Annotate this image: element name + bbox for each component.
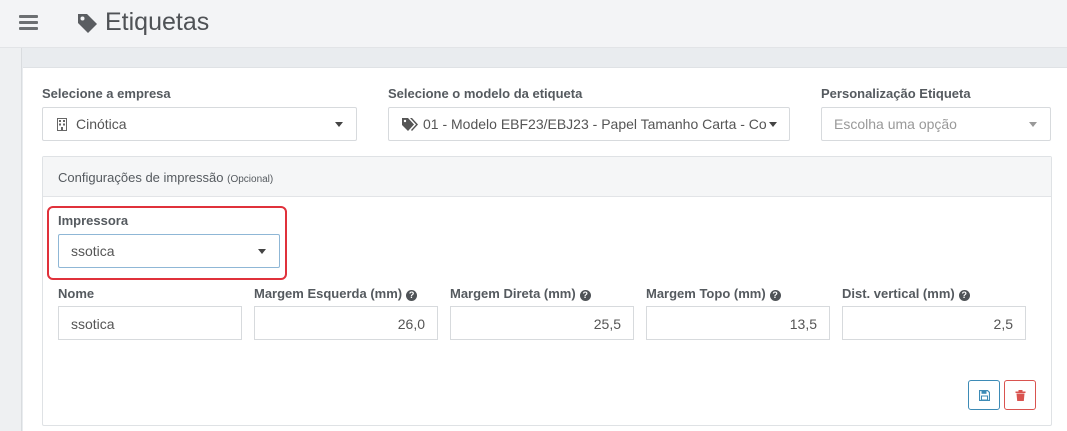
- tag-icon: [78, 14, 97, 33]
- impressora-select[interactable]: ssotica: [58, 234, 280, 268]
- empresa-select[interactable]: Cinótica: [42, 107, 357, 141]
- print-config-title: Configurações de impressão (Opcional): [58, 170, 273, 185]
- personalizacao-select[interactable]: Escolha uma opção: [821, 107, 1051, 141]
- nome-label: Nome: [58, 286, 95, 301]
- dist-vertical-value: 2,5: [993, 316, 1013, 332]
- sidebar-edge: [0, 48, 22, 431]
- trash-icon: [1015, 390, 1026, 401]
- impressora-value: ssotica: [71, 243, 115, 259]
- chevron-down-icon: [1029, 122, 1037, 127]
- print-config-optional: (Opcional): [227, 174, 274, 185]
- print-config-header[interactable]: Configurações de impressão (Opcional): [43, 157, 1051, 197]
- chevron-down-icon: [258, 249, 266, 254]
- personalizacao-placeholder: Escolha uma opção: [834, 116, 957, 132]
- modelo-label: Selecione o modelo da etiqueta: [388, 86, 583, 101]
- print-config-title-text: Configurações de impressão: [58, 170, 224, 185]
- margem-direita-label: Margem Direta (mm)?: [450, 286, 591, 301]
- margem-direita-input[interactable]: 25,5: [450, 306, 634, 340]
- top-bar: Etiquetas: [0, 0, 1067, 48]
- save-button[interactable]: [968, 380, 1000, 410]
- question-circle-icon[interactable]: ?: [958, 290, 970, 301]
- hamburger-menu-icon[interactable]: [19, 15, 38, 31]
- margem-direita-value: 25,5: [593, 316, 621, 332]
- impressora-label: Impressora: [58, 213, 129, 228]
- margem-esquerda-label-text: Margem Esquerda (mm): [254, 286, 403, 301]
- empresa-label: Selecione a empresa: [42, 86, 171, 101]
- question-circle-icon[interactable]: ?: [769, 290, 781, 301]
- empresa-value: Cinótica: [76, 116, 127, 132]
- margem-topo-label-text: Margem Topo (mm): [646, 286, 766, 301]
- chevron-down-icon: [335, 122, 343, 127]
- nome-value: ssotica: [71, 316, 115, 332]
- page-title: Etiquetas: [105, 8, 210, 36]
- floppy-disk-icon: [979, 390, 990, 401]
- modelo-value: 01 - Modelo EBF23/EBJ23 - Papel Tamanho …: [423, 116, 767, 132]
- margem-esquerda-label: Margem Esquerda (mm)?: [254, 286, 418, 301]
- margem-topo-label: Margem Topo (mm)?: [646, 286, 781, 301]
- dist-vertical-input[interactable]: 2,5: [842, 306, 1026, 340]
- personalizacao-label: Personalização Etiqueta: [821, 86, 971, 101]
- dist-vertical-label-text: Dist. vertical (mm): [842, 286, 955, 301]
- margem-direita-label-text: Margem Direta (mm): [450, 286, 576, 301]
- dist-vertical-label: Dist. vertical (mm)?: [842, 286, 970, 301]
- question-circle-icon[interactable]: ?: [406, 290, 418, 301]
- question-circle-icon[interactable]: ?: [579, 290, 591, 301]
- building-icon: [57, 118, 67, 131]
- margem-topo-input[interactable]: 13,5: [646, 306, 830, 340]
- delete-button[interactable]: [1004, 380, 1036, 410]
- chevron-down-icon: [769, 122, 777, 127]
- nome-input[interactable]: ssotica: [58, 306, 242, 340]
- tags-icon: [402, 118, 418, 131]
- margem-topo-value: 13,5: [789, 316, 817, 332]
- margem-esquerda-input[interactable]: 26,0: [254, 306, 438, 340]
- modelo-select[interactable]: 01 - Modelo EBF23/EBJ23 - Papel Tamanho …: [388, 107, 790, 141]
- margem-esquerda-value: 26,0: [397, 316, 425, 332]
